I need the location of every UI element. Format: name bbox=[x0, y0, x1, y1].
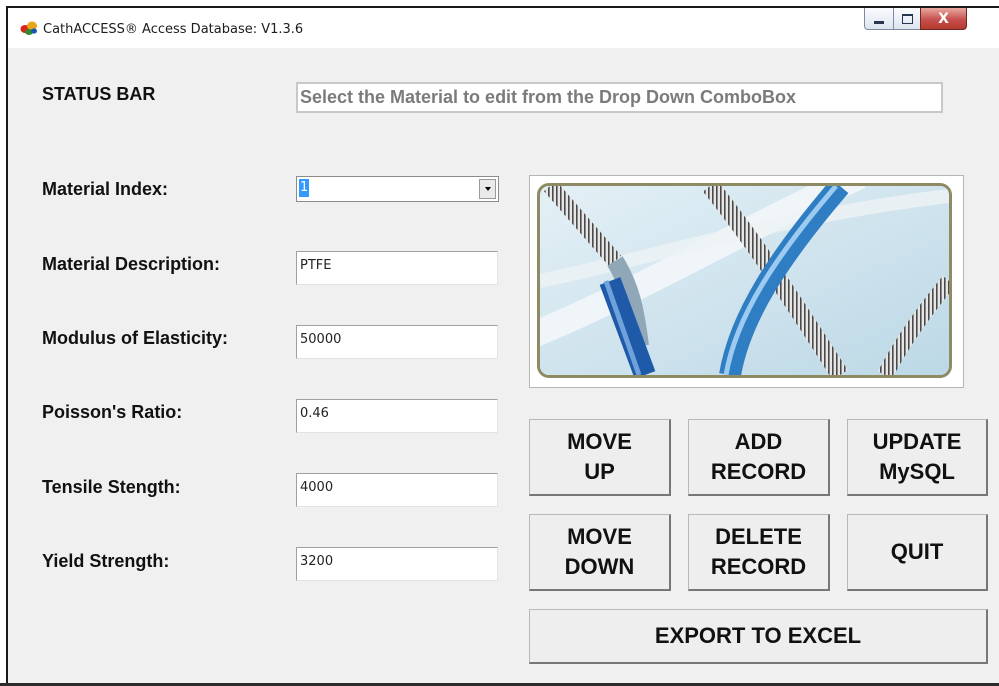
combobox-dropdown-button[interactable] bbox=[479, 179, 496, 199]
maximize-button[interactable] bbox=[893, 8, 921, 30]
material-index-value: 1 bbox=[299, 179, 309, 197]
chevron-down-icon bbox=[484, 187, 491, 191]
quit-label: QUIT bbox=[890, 539, 944, 564]
poissons-ratio-field[interactable]: 0.46 bbox=[296, 399, 498, 433]
move-up-label-line-1: MOVE bbox=[567, 429, 632, 454]
export-to-excel-label: EXPORT TO EXCEL bbox=[654, 623, 862, 648]
window-title: CathACCESS® Access Database: V1.3.6 bbox=[43, 22, 304, 37]
add-record-label-line-1: ADD bbox=[734, 429, 783, 454]
delete-record-label-line-2: RECORD bbox=[710, 554, 807, 579]
tensile-strength-label: Tensile Stength: bbox=[42, 477, 181, 497]
yield-strength-field[interactable]: 3200 bbox=[296, 547, 498, 581]
export-to-excel-button[interactable]: EXPORT TO EXCEL bbox=[529, 609, 988, 664]
material-index-combobox[interactable]: 1 bbox=[296, 176, 499, 202]
status-message-field: Select the Material to edit from the Dro… bbox=[296, 82, 943, 113]
quit-button[interactable]: QUIT bbox=[847, 514, 988, 591]
material-index-label: Material Index: bbox=[42, 179, 169, 199]
add-record-button[interactable]: ADD RECORD bbox=[688, 419, 830, 496]
catheter-image-frame bbox=[529, 175, 964, 388]
material-description-label: Material Description: bbox=[42, 254, 221, 274]
maximize-icon bbox=[901, 13, 913, 24]
update-mysql-label-line-1: UPDATE bbox=[872, 429, 962, 454]
update-mysql-label-line-2: MySQL bbox=[879, 459, 955, 484]
status-bar-label: STATUS BAR bbox=[42, 84, 156, 104]
material-description-field[interactable]: PTFE bbox=[296, 251, 498, 285]
app-window: CathACCESS® Access Database: V1.3.6 X ST… bbox=[6, 6, 999, 686]
yield-strength-label: Yield Strength: bbox=[42, 551, 170, 571]
move-up-label-line-2: UP bbox=[584, 459, 615, 484]
minimize-button[interactable] bbox=[864, 8, 894, 30]
close-button[interactable]: X bbox=[920, 8, 967, 30]
move-down-button[interactable]: MOVE DOWN bbox=[529, 514, 671, 591]
move-down-label-line-1: MOVE bbox=[567, 524, 632, 549]
tensile-strength-field[interactable]: 4000 bbox=[296, 473, 498, 507]
delete-record-button[interactable]: DELETE RECORD bbox=[688, 514, 830, 591]
poissons-ratio-label: Poisson's Ratio: bbox=[42, 402, 183, 422]
app-logo-icon bbox=[20, 21, 37, 35]
add-record-label-line-2: RECORD bbox=[710, 459, 807, 484]
close-icon: X bbox=[938, 10, 949, 27]
modulus-of-elasticity-field[interactable]: 50000 bbox=[296, 325, 498, 359]
catheter-image bbox=[537, 183, 952, 378]
minimize-icon bbox=[874, 21, 884, 24]
move-down-label-line-2: DOWN bbox=[564, 554, 635, 579]
catheter-illustration bbox=[540, 186, 949, 375]
title-bar[interactable]: CathACCESS® Access Database: V1.3.6 X bbox=[8, 8, 999, 48]
move-up-button[interactable]: MOVE UP bbox=[529, 419, 671, 496]
delete-record-label-line-1: DELETE bbox=[715, 524, 802, 549]
update-mysql-button[interactable]: UPDATE MySQL bbox=[847, 419, 988, 496]
modulus-of-elasticity-label: Modulus of Elasticity: bbox=[42, 328, 229, 348]
